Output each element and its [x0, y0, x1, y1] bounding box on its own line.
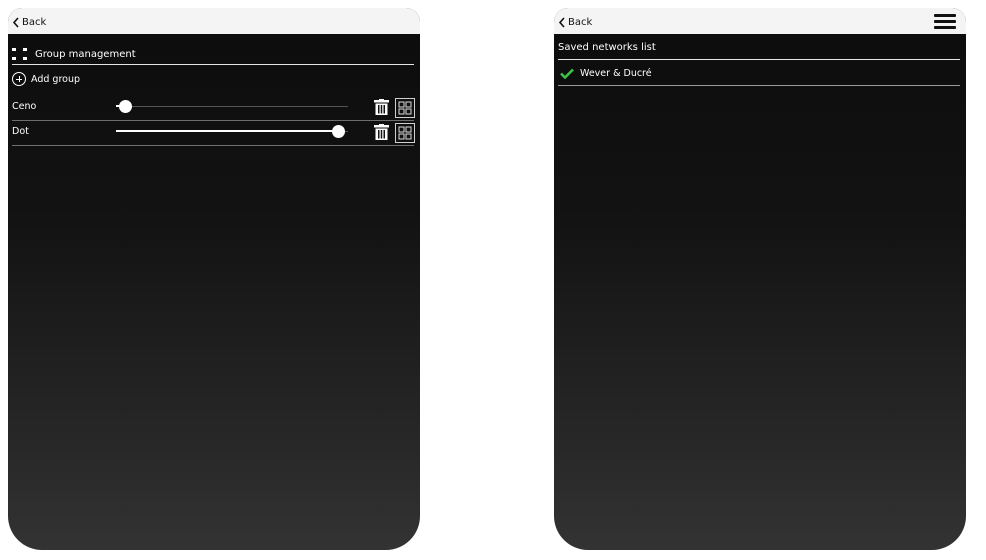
slider-fill	[116, 130, 339, 132]
list-title: Saved networks list	[558, 42, 656, 53]
back-button[interactable]: Back	[12, 14, 46, 30]
page-title-row: Group management	[12, 44, 414, 64]
group-row: Ceno	[8, 96, 420, 118]
group-grid-icon[interactable]	[395, 123, 415, 143]
add-group-label: Add group	[31, 73, 81, 85]
group-icon	[12, 48, 27, 60]
hamburger-menu-icon[interactable]	[934, 14, 956, 30]
back-label: Back	[568, 16, 593, 28]
plus-circle-icon	[12, 72, 26, 86]
checkmark-icon	[560, 68, 574, 79]
top-bar: Back	[554, 8, 966, 34]
trash-icon[interactable]	[374, 124, 389, 140]
saved-networks-screen: Back Saved networks list Wever & Ducré	[554, 8, 966, 550]
row-divider	[12, 145, 414, 146]
divider	[12, 64, 414, 65]
slider-knob[interactable]	[118, 100, 132, 113]
divider	[558, 59, 960, 60]
back-button[interactable]: Back	[558, 14, 592, 30]
trash-icon[interactable]	[374, 99, 389, 115]
group-management-screen: Back Group management Add group Ceno Dot	[8, 8, 420, 550]
add-group-button[interactable]: Add group	[12, 71, 80, 87]
page-title: Group management	[35, 48, 136, 60]
back-label: Back	[22, 16, 47, 28]
group-row: Dot	[8, 121, 420, 143]
chevron-left-icon	[12, 16, 19, 28]
group-name: Ceno	[12, 101, 37, 112]
slider-track	[116, 106, 348, 107]
group-grid-icon[interactable]	[395, 98, 415, 118]
network-name: Wever & Ducré	[580, 68, 652, 79]
row-divider	[558, 85, 960, 86]
top-bar: Back	[8, 8, 420, 34]
group-name: Dot	[12, 126, 29, 137]
network-item[interactable]: Wever & Ducré	[560, 68, 652, 79]
slider-knob[interactable]	[332, 125, 346, 138]
chevron-left-icon	[558, 16, 565, 28]
